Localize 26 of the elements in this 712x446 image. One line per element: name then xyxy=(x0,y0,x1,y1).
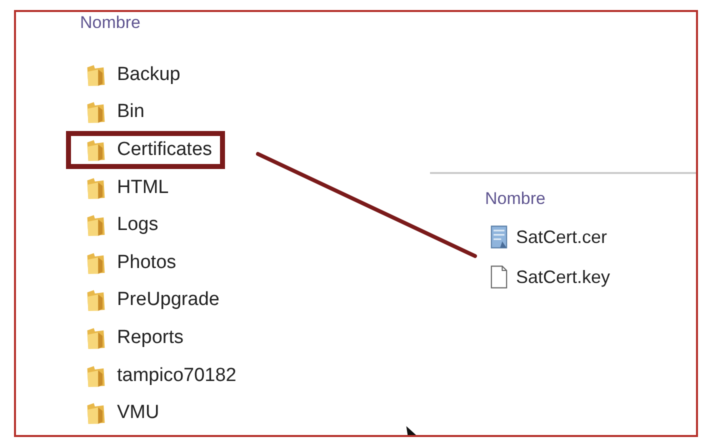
folder-icon xyxy=(85,213,107,238)
folder-icon xyxy=(85,138,107,162)
folder-item[interactable]: VMU xyxy=(66,394,172,432)
column-header[interactable]: Nombre xyxy=(80,13,140,33)
file-item[interactable]: SatCert.key xyxy=(488,262,610,292)
folder-icon xyxy=(85,62,107,87)
blank-file-icon xyxy=(488,264,510,290)
folder-icon xyxy=(85,401,107,426)
folder-item[interactable]: Bin xyxy=(66,94,158,132)
folder-item[interactable]: tampico70182 xyxy=(66,356,250,394)
folder-item[interactable]: Photos xyxy=(66,244,190,282)
folder-item[interactable]: Backup xyxy=(66,56,194,94)
folder-icon xyxy=(85,364,107,388)
folder-item[interactable]: Logs xyxy=(66,206,172,244)
folder-icon xyxy=(85,100,107,124)
folder-item[interactable]: Reports xyxy=(66,319,197,357)
certificate-file-icon xyxy=(488,224,510,250)
folder-icon xyxy=(85,326,107,350)
column-header[interactable]: Nombre xyxy=(485,189,546,209)
folder-item[interactable]: PreUpgrade xyxy=(66,282,232,320)
folder-item[interactable]: Certificates xyxy=(66,131,226,169)
file-item[interactable]: SatCert.cer xyxy=(488,222,608,252)
folder-icon xyxy=(85,176,107,200)
folder-icon xyxy=(85,250,107,275)
folder-icon xyxy=(85,288,107,312)
folder-item[interactable]: HTML xyxy=(66,168,182,206)
